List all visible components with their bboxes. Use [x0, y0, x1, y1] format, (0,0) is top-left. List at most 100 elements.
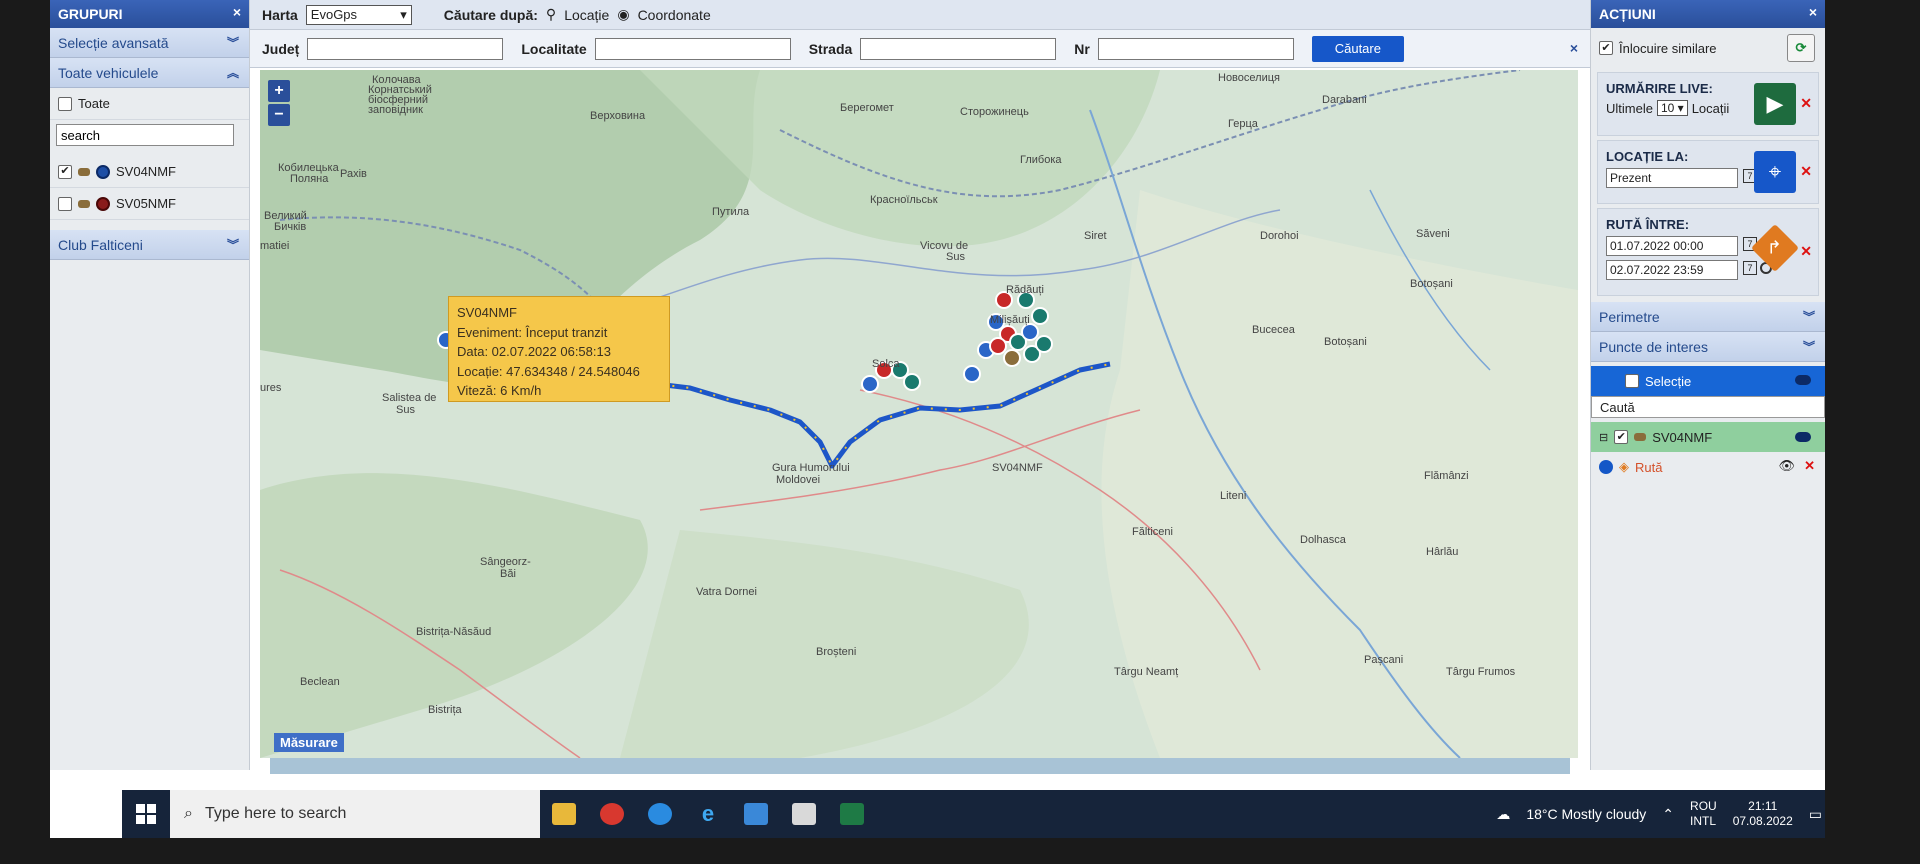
excel-icon[interactable]: [828, 790, 876, 838]
store-icon[interactable]: [780, 790, 828, 838]
advanced-selection-bar[interactable]: Selecție avansată ︾: [50, 28, 249, 58]
county-input[interactable]: [307, 37, 504, 60]
groups-title: GRUPURI: [58, 6, 123, 22]
route-label: Rută: [1635, 459, 1663, 475]
place-label: Сторожинець: [960, 106, 1029, 118]
play-icon: ▶: [1766, 91, 1784, 116]
chevron-up-icon[interactable]: ︽: [227, 64, 239, 81]
search-by-coords-option[interactable]: Coordonate: [638, 7, 711, 23]
vehicle-search-input[interactable]: [56, 124, 234, 146]
input-language[interactable]: ROU INTL: [1690, 799, 1717, 829]
search-by-location-option[interactable]: Locație: [564, 7, 609, 23]
tag-icon[interactable]: [1795, 375, 1811, 385]
clock[interactable]: 21:11 07.08.2022: [1733, 799, 1793, 829]
collapse-icon[interactable]: ⊟: [1599, 431, 1608, 444]
chevron-down-icon: ▾: [400, 6, 407, 22]
poi-vehicle-row[interactable]: ⊟ ✔ SV04NMF: [1591, 422, 1825, 452]
weather-text[interactable]: 18°C Mostly cloudy: [1526, 806, 1646, 822]
chevron-down-icon[interactable]: ︾: [1803, 308, 1815, 325]
street-input[interactable]: [860, 37, 1057, 60]
route-from-input[interactable]: 01.07.2022 00:00: [1606, 236, 1738, 256]
vehicle-checkbox[interactable]: ✔: [58, 164, 72, 179]
select-all-row: Toate: [50, 88, 249, 120]
car-icon: [78, 167, 90, 176]
refresh-icon[interactable]: ⟳: [1787, 34, 1815, 62]
vehicle-map-label: SV04NMF: [992, 462, 1043, 474]
selection-label: Selecție: [1645, 373, 1692, 389]
replace-similar-checkbox[interactable]: ✔: [1599, 41, 1613, 55]
location-pin-icon[interactable]: ⚲: [546, 6, 556, 23]
chevron-down-icon[interactable]: ︾: [1803, 338, 1815, 355]
selection-row[interactable]: Selecție: [1591, 366, 1825, 396]
selection-checkbox[interactable]: [1625, 374, 1639, 388]
place-label: Pașcani: [1364, 654, 1404, 666]
location-at-input[interactable]: Prezent: [1606, 168, 1738, 188]
poi-vehicle-checkbox[interactable]: ✔: [1614, 430, 1629, 444]
crosshair-icon: ⌖: [1768, 159, 1782, 184]
perimeters-bar[interactable]: Perimetre ︾: [1591, 302, 1825, 332]
poi-bar[interactable]: Puncte de interes ︾: [1591, 332, 1825, 362]
map-view[interactable]: Кoлочава Кoрнатський біосферний заповідн…: [260, 70, 1578, 758]
address-search-button[interactable]: Căutare: [1311, 35, 1404, 62]
select-all-checkbox[interactable]: [58, 96, 72, 111]
place-label: Moldovei: [776, 474, 821, 486]
play-live-button[interactable]: ▶: [1754, 83, 1796, 125]
close-actions-icon[interactable]: ×: [1809, 4, 1817, 20]
close-groups-icon[interactable]: ×: [233, 4, 241, 20]
perimeters-label: Perimetre: [1599, 309, 1660, 325]
chevron-down-icon[interactable]: ︾: [227, 236, 239, 253]
chevron-up-icon[interactable]: ⌃: [1662, 806, 1674, 823]
poi-search-input[interactable]: Caută: [1591, 396, 1825, 418]
place-label: Новоселиця: [1218, 72, 1280, 84]
vehicle-checkbox[interactable]: [58, 196, 72, 211]
event-tooltip: SV04NMF Eveniment: Început tranzit Data:…: [448, 296, 670, 402]
calendar-icon[interactable]: 7: [1743, 261, 1757, 275]
route-diamond-icon: ◈: [1619, 459, 1629, 474]
select-all-label: Toate: [78, 96, 110, 111]
last-count-select[interactable]: 10 ▾: [1656, 100, 1688, 116]
vehicle-row[interactable]: SV05NMF: [50, 188, 249, 220]
route-to-input[interactable]: 02.07.2022 23:59: [1606, 260, 1738, 280]
tag-icon[interactable]: [1795, 432, 1811, 442]
edge-icon[interactable]: [636, 790, 684, 838]
eye-icon[interactable]: 👁: [1778, 458, 1795, 474]
zoom-in-button[interactable]: +: [268, 80, 290, 102]
chrome-icon[interactable]: [588, 790, 636, 838]
locate-button[interactable]: ⌖: [1754, 151, 1796, 193]
delete-icon[interactable]: ✕: [1804, 458, 1815, 474]
poi-vehicle-name: SV04NMF: [1652, 429, 1713, 445]
route-row[interactable]: ◈ Rută 👁 ✕: [1591, 452, 1825, 482]
close-icon[interactable]: ×: [1570, 40, 1578, 56]
weather-icon[interactable]: ☁: [1496, 806, 1510, 823]
vehicle-name: SV05NMF: [116, 196, 176, 211]
globe-icon[interactable]: ◉: [617, 6, 629, 23]
groups-panel: GRUPURI × Selecție avansată ︾ Toate vehi…: [50, 0, 250, 770]
map-horizontal-scrollbar[interactable]: [270, 758, 1570, 774]
place-label: Бичків: [274, 221, 307, 233]
place-label: Bistrița: [428, 704, 462, 716]
vehicle-row[interactable]: ✔ SV04NMF: [50, 156, 249, 188]
actions-title: ACȚIUNI: [1599, 6, 1656, 22]
measure-button[interactable]: Măsurare: [274, 733, 344, 752]
replace-similar-row: ✔ Înlocuire similare ⟳: [1591, 28, 1825, 68]
place-label: Берегомет: [840, 102, 894, 114]
map-provider-select[interactable]: EvoGps ▾: [305, 4, 412, 25]
windows-start-icon[interactable]: [122, 790, 170, 838]
remove-icon[interactable]: ✕: [1800, 163, 1812, 180]
zoom-out-button[interactable]: −: [268, 104, 290, 126]
all-vehicles-bar[interactable]: Toate vehiculele ︽: [50, 58, 249, 88]
locations-label: Locații: [1691, 100, 1730, 116]
locality-input[interactable]: [594, 37, 791, 60]
remove-icon[interactable]: ✕: [1800, 243, 1812, 260]
place-label: ures: [260, 382, 282, 394]
last-label: Ultimele: [1606, 100, 1653, 116]
file-explorer-icon[interactable]: [540, 790, 588, 838]
notifications-icon[interactable]: ▭: [1809, 806, 1822, 823]
internet-explorer-icon[interactable]: e: [684, 790, 732, 838]
mail-icon[interactable]: [732, 790, 780, 838]
number-input[interactable]: [1097, 37, 1294, 60]
remove-icon[interactable]: ✕: [1800, 95, 1812, 112]
taskbar-search-box[interactable]: ⌕ Type here to search: [170, 790, 540, 838]
club-group-bar[interactable]: Club Falticeni ︾: [50, 230, 249, 260]
chevron-down-icon[interactable]: ︾: [227, 34, 239, 51]
